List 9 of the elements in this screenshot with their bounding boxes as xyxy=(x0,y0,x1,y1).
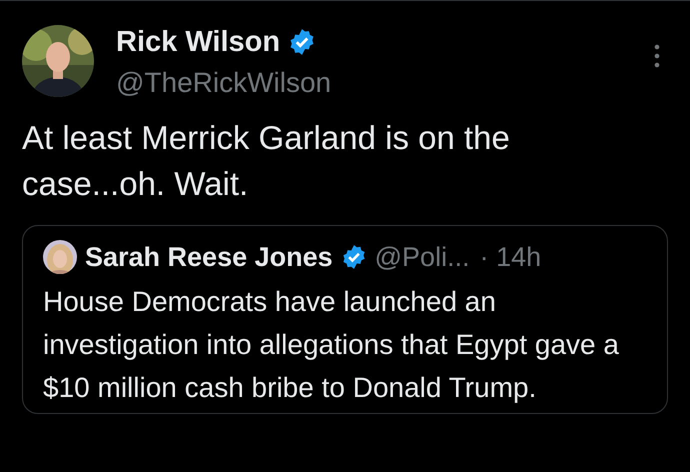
author-name[interactable]: Rick Wilson xyxy=(116,25,280,59)
author-handle[interactable]: @TheRickWilson xyxy=(116,65,654,101)
post-time: · 14h xyxy=(480,242,542,272)
quoted-author-name[interactable]: Sarah Reese Jones xyxy=(85,242,333,272)
quoted-tweet-card[interactable]: Sarah Reese Jones @Poli... · 14h House Democrats have launched an investigation into allegations that Egypt gave a $10 million cash bribe to Donald Trump. xyxy=(22,225,668,414)
more-options-icon[interactable] xyxy=(654,44,660,68)
quoted-tweet-text: House Democrats have launched an investigation into allegations that Egypt gave a $10 million cash bribe to Donald Trump. xyxy=(43,285,620,405)
quoted-author-handle[interactable]: @Poli... xyxy=(374,242,470,272)
tweet-text: At least Merrick Garland is on the case...oh. Wait. xyxy=(22,118,511,204)
